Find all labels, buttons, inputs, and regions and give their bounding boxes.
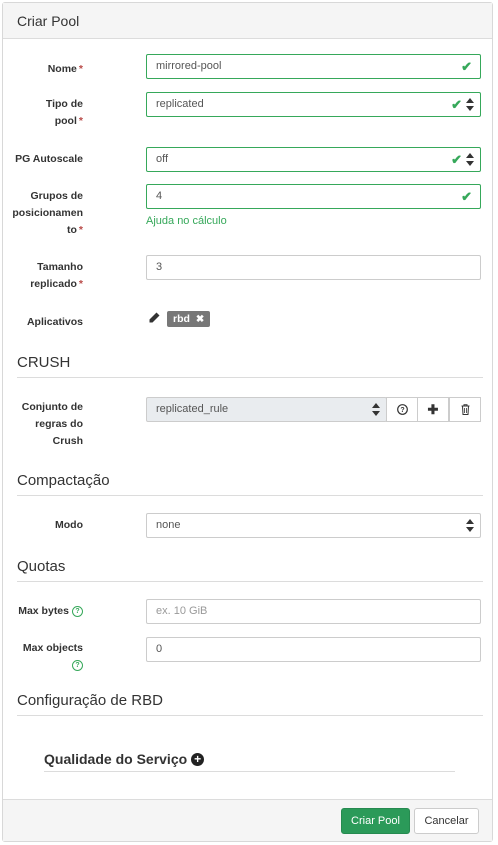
plus-icon: ✚ [427, 402, 439, 417]
name-label: Nome * [47, 63, 83, 75]
application-tag: rbd ✖ [167, 311, 211, 327]
max-objects-input[interactable]: 0 [146, 637, 481, 662]
section-rbd-config: Configuração de RBD [17, 692, 483, 716]
crush-rule-info-button[interactable]: ? [386, 397, 418, 422]
max-bytes-input[interactable]: ex. 10 GiB [146, 599, 481, 624]
card-header: Criar Pool [3, 3, 492, 39]
pool-type-label: Tipo de pool * [45, 98, 83, 127]
question-icon: ? [396, 404, 408, 415]
section-compression: Compactação [17, 472, 483, 496]
sort-icon [466, 98, 474, 111]
max-objects-label: Max objects ? [22, 642, 83, 671]
size-label: Tamanho replicado * [30, 261, 83, 290]
max-bytes-label: Max bytes? [3, 603, 83, 620]
cancel-button[interactable]: Cancelar [414, 808, 479, 834]
close-icon[interactable]: ✖ [196, 314, 204, 325]
sort-icon [372, 403, 380, 416]
pg-calc-help-link[interactable]: Ajuda no cálculo [146, 215, 227, 227]
pool-type-select[interactable]: replicated ✔ [146, 92, 481, 117]
section-crush: CRUSH [17, 354, 483, 378]
svg-text:?: ? [400, 407, 404, 414]
page-title: Criar Pool [17, 13, 80, 29]
required-marker: * [78, 63, 83, 75]
qos-title: Qualidade do Serviço [44, 751, 188, 767]
check-icon: ✔ [461, 189, 472, 204]
question-icon[interactable]: ? [72, 659, 83, 671]
plus-circle-icon[interactable]: + [191, 753, 205, 766]
check-icon: ✔ [451, 152, 462, 167]
pg-autoscale-label: PG Autoscale [15, 153, 83, 165]
trash-icon [461, 404, 469, 415]
crush-rule-select[interactable]: replicated_rule [146, 397, 387, 422]
pg-autoscale-select[interactable]: off ✔ [146, 147, 481, 172]
qos-section[interactable]: Qualidade do Serviço + [44, 751, 455, 772]
add-crush-rule-button[interactable]: ✚ [417, 397, 449, 422]
delete-crush-rule-button[interactable] [449, 397, 481, 422]
create-pool-button[interactable]: Criar Pool [341, 808, 410, 834]
applications-label: Aplicativos [26, 316, 83, 328]
pencil-icon[interactable] [149, 312, 160, 323]
sort-icon [466, 519, 474, 532]
pg-num-input[interactable]: 4 ✔ [146, 184, 481, 209]
name-input[interactable]: mirrored-pool ✔ [146, 54, 481, 79]
check-icon: ✔ [451, 97, 462, 112]
sort-icon [466, 153, 474, 166]
section-quotas: Quotas [17, 558, 483, 582]
check-icon: ✔ [461, 59, 472, 74]
pg-num-label: Grupos de posicionamen to * [12, 190, 83, 236]
compression-mode-select[interactable]: none [146, 513, 481, 538]
question-icon[interactable]: ? [72, 605, 83, 617]
size-input[interactable]: 3 [146, 255, 481, 280]
create-pool-card: Criar Pool Nome * mirrored-pool ✔ Tipo de… [2, 2, 493, 842]
compression-mode-label: Modo [55, 519, 83, 531]
crush-rule-label: Conjunto de regras do Crush [21, 401, 83, 447]
